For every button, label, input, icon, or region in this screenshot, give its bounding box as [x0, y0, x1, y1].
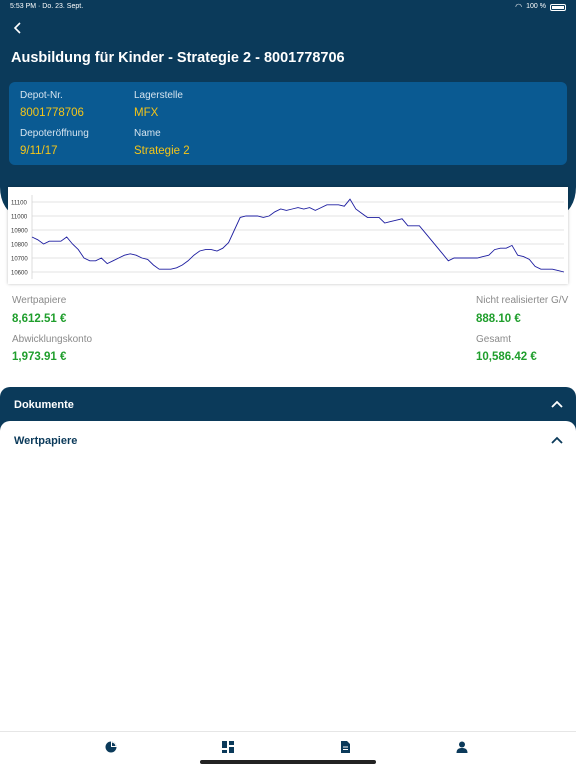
- battery-icon: [550, 3, 566, 11]
- person-icon: [456, 741, 468, 753]
- y-tick-label: 10900: [11, 229, 28, 235]
- y-tick-label: 11000: [11, 215, 28, 221]
- document-icon: [341, 741, 350, 753]
- depot-opening-field: Depoteröffnung 9/11/17: [20, 128, 89, 157]
- gesamt-value: 10,586.42 €: [476, 351, 537, 363]
- y-tick-label: 11100: [11, 201, 27, 207]
- chevron-left-icon: [13, 22, 21, 34]
- dokumente-title: Dokumente: [14, 399, 74, 411]
- wertpapiere-title: Wertpapiere: [14, 435, 78, 447]
- battery-percent: 100 %: [526, 3, 546, 10]
- wifi-icon: ◠: [515, 2, 523, 11]
- performance-chart: 11100 11000 10900 10800 10700 10600: [8, 187, 568, 284]
- depot-number-label: Depot-Nr.: [20, 90, 63, 101]
- tab-profile[interactable]: [455, 740, 469, 754]
- y-tick-label: 10700: [11, 257, 28, 263]
- abwicklungskonto-value: 1,973.91 €: [12, 351, 67, 363]
- page-title: Ausbildung für Kinder - Strategie 2 - 80…: [11, 50, 345, 66]
- line-chart-svg: 11100 11000 10900 10800 10700 10600: [11, 195, 565, 279]
- abwicklungskonto-label: Abwicklungskonto: [12, 334, 93, 345]
- chevron-up-icon: [551, 400, 563, 408]
- depot-number-value: 8001778706: [20, 107, 84, 119]
- depot-opening-value: 9/11/17: [20, 145, 58, 157]
- y-tick-label: 10600: [11, 271, 28, 277]
- wertpapiere-section-header[interactable]: Wertpapiere: [0, 421, 576, 461]
- chevron-up-icon: [551, 436, 563, 444]
- depot-info-card: Depot-Nr. 8001778706 Lagerstelle MFX Dep…: [9, 82, 567, 165]
- lagerstelle-value: MFX: [134, 107, 159, 119]
- gesamt-label: Gesamt: [476, 334, 512, 345]
- lagerstelle-label: Lagerstelle: [134, 90, 183, 101]
- lagerstelle-field: Lagerstelle MFX: [134, 90, 183, 119]
- wertpapiere-value: 8,612.51 €: [12, 313, 67, 325]
- back-button[interactable]: [8, 18, 28, 38]
- tab-documents[interactable]: [338, 740, 352, 754]
- name-field: Name Strategie 2: [134, 128, 190, 157]
- status-indicators: ◠ 100 %: [515, 0, 566, 14]
- dashboard-icon: [222, 741, 234, 753]
- y-tick-label: 10800: [11, 243, 28, 249]
- pie-chart-icon: [105, 741, 117, 753]
- status-bar: 5:53 PM · Do. 23. Sept. ◠ 100 %: [0, 0, 576, 14]
- unrealized-gain-label: Nicht realisierter G/V: [476, 295, 569, 306]
- unrealized-gain-value: 888.10 €: [476, 313, 521, 325]
- name-label: Name: [134, 128, 161, 139]
- wertpapiere-label: Wertpapiere: [12, 295, 67, 306]
- home-indicator: [200, 760, 376, 764]
- depot-number-field: Depot-Nr. 8001778706: [20, 90, 84, 119]
- status-time: 5:53 PM · Do. 23. Sept.: [10, 3, 84, 10]
- depot-opening-label: Depoteröffnung: [20, 128, 89, 139]
- tab-portfolio[interactable]: [104, 740, 118, 754]
- tab-dashboard[interactable]: [221, 740, 235, 754]
- name-value: Strategie 2: [134, 145, 190, 157]
- series-line: [31, 198, 565, 273]
